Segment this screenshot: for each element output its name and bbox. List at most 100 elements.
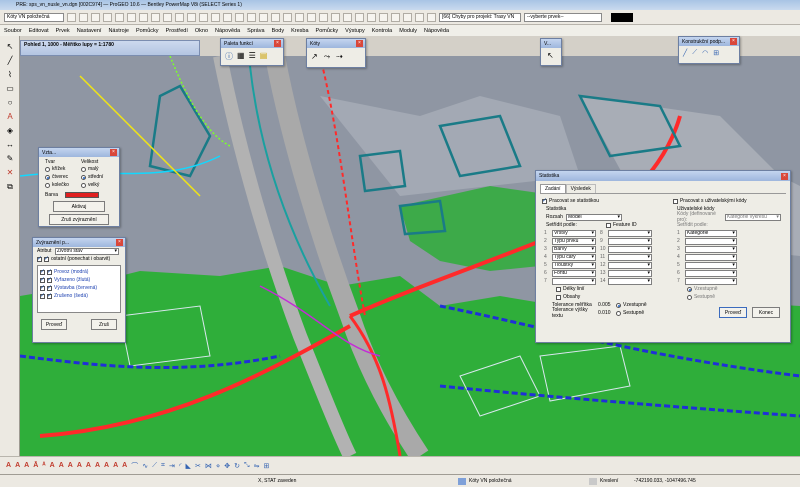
toolbar-button[interactable]: [367, 12, 376, 22]
right-sort-select[interactable]: ▾: [684, 237, 737, 245]
toolbar-button[interactable]: [115, 12, 124, 22]
toolbar-button[interactable]: [319, 12, 328, 22]
toolbar-button[interactable]: [235, 12, 244, 22]
menu-item[interactable]: Nápověda: [215, 28, 240, 34]
zrus-button[interactable]: Zruš: [91, 319, 117, 330]
radio[interactable]: [45, 166, 50, 172]
sort-select-2[interactable]: ▾: [608, 269, 652, 277]
obsahy-row[interactable]: Obsahy: [542, 293, 669, 301]
layers-icon[interactable]: ▤: [260, 51, 268, 62]
vertex-icon[interactable]: ⋄: [216, 462, 220, 470]
text-copy-icon[interactable]: A: [50, 462, 55, 469]
menu-item[interactable]: Pomůcky: [316, 28, 339, 34]
right-sort-select[interactable]: ▾: [684, 253, 737, 261]
menu-item[interactable]: Prostředí: [166, 28, 188, 34]
right-sort-select[interactable]: ▾: [684, 261, 737, 269]
tvar-option-ctverec[interactable]: čtverec: [45, 173, 81, 181]
sestupne2-radio[interactable]: [686, 294, 692, 300]
radio[interactable]: [45, 182, 50, 188]
toolbar-button[interactable]: [391, 12, 400, 22]
toolbar-button[interactable]: [427, 12, 436, 22]
menu-item[interactable]: Moduly: [399, 28, 417, 34]
right-sort-select[interactable]: Kategorie ▾: [684, 229, 737, 237]
menu-item[interactable]: Nastavení: [77, 28, 102, 34]
sort-select-2[interactable]: ▾: [608, 237, 652, 245]
sort-select[interactable]: Fontu ▾: [552, 269, 596, 277]
sort-select[interactable]: Tloušťky ▾: [552, 261, 596, 269]
scale-icon[interactable]: ⤡: [244, 462, 250, 470]
menu-item[interactable]: Okno: [195, 28, 208, 34]
velikost-option-stredni[interactable]: střední: [81, 173, 103, 181]
radio[interactable]: [81, 166, 86, 172]
menu-item[interactable]: Body: [272, 28, 285, 34]
toolbar-button[interactable]: [79, 12, 88, 22]
toolbar-button[interactable]: [175, 12, 184, 22]
atribut-select[interactable]: Životní stav ▾: [55, 247, 119, 255]
sort-select[interactable]: Barvy ▾: [552, 245, 596, 253]
toolbar-button[interactable]: [67, 12, 76, 22]
break-icon[interactable]: ✂: [195, 462, 201, 470]
trim-icon[interactable]: ⌗: [161, 462, 165, 470]
modify-tool-icon[interactable]: ✎: [4, 154, 16, 164]
close-icon[interactable]: ×: [730, 38, 737, 45]
active-color-swatch[interactable]: [611, 12, 633, 22]
construct-point-icon[interactable]: ╱: [683, 49, 687, 57]
curve-icon[interactable]: ∿: [142, 462, 148, 470]
radio[interactable]: [81, 182, 86, 188]
feature-id-checkbox[interactable]: [606, 222, 611, 228]
close-icon[interactable]: ×: [781, 172, 788, 180]
menu-item[interactable]: Kresba: [291, 28, 308, 34]
element-combo[interactable]: --vyberte prvek--: [524, 12, 602, 22]
tol-meritka-value[interactable]: 0.005: [598, 302, 616, 308]
text-fill-icon[interactable]: A: [104, 462, 109, 469]
sort-select[interactable]: ▾: [552, 277, 596, 285]
shape-tool-icon[interactable]: ▭: [4, 84, 16, 94]
move-icon[interactable]: ✥: [224, 462, 230, 470]
toolbar-button[interactable]: [355, 12, 364, 22]
toolbar-button[interactable]: [259, 12, 268, 22]
chamfer-icon[interactable]: ◣: [186, 462, 191, 470]
tvar-option-kolecko[interactable]: kolečko: [45, 181, 81, 189]
sort-select[interactable]: Typu prvků ▾: [552, 237, 596, 245]
toolbar-button[interactable]: [295, 12, 304, 22]
close-icon[interactable]: ×: [356, 40, 363, 47]
toolbar-button[interactable]: [223, 12, 232, 22]
vzestupne-radio[interactable]: [616, 302, 621, 308]
circle-tool-icon[interactable]: ○: [4, 98, 16, 108]
construct-line-icon[interactable]: ⟋: [692, 49, 697, 57]
radio[interactable]: [81, 174, 86, 180]
menu-item[interactable]: Pomůcky: [136, 28, 159, 34]
close-icon[interactable]: ×: [116, 239, 123, 246]
toolbar-button[interactable]: [187, 12, 196, 22]
errors-combo[interactable]: [66] Chyby pro projekt: Trasy VN: [439, 12, 521, 22]
toolbar-button[interactable]: [379, 12, 388, 22]
sestupne-radio[interactable]: [616, 310, 621, 316]
item-checkbox[interactable]: [40, 268, 45, 275]
proved-button[interactable]: Proveď: [41, 319, 67, 330]
list-item[interactable]: Zrušeno (šedá): [40, 292, 118, 300]
fillet-icon[interactable]: ◜: [179, 462, 182, 470]
ostatni-checkbox-2[interactable]: [44, 255, 49, 262]
tol-vysky-value[interactable]: 0.010: [598, 310, 616, 316]
pointer-icon[interactable]: ↖: [541, 48, 561, 63]
item-checkbox-2[interactable]: [47, 276, 52, 283]
tvar-option-krizek[interactable]: křížek: [45, 165, 81, 173]
menu-item[interactable]: Kontrola: [372, 28, 393, 34]
toolbar-button[interactable]: [271, 12, 280, 22]
velikost-option-maly[interactable]: malý: [81, 165, 103, 173]
close-icon[interactable]: ×: [110, 149, 117, 156]
aktivuj-button[interactable]: Aktivuj: [53, 201, 105, 212]
pracovat-uziv-checkbox[interactable]: [672, 198, 678, 204]
text-spell-icon[interactable]: ᴬ: [42, 462, 45, 469]
kody-select[interactable]: Kategorie výkresu ▾: [724, 213, 781, 221]
toolbar-button[interactable]: [331, 12, 340, 22]
line-style-icon[interactable]: ⌒: [131, 461, 138, 471]
toolbar-button[interactable]: [403, 12, 412, 22]
text-change-icon[interactable]: A: [86, 462, 91, 469]
text-note-icon[interactable]: Ā: [33, 462, 38, 469]
text-edit-icon[interactable]: A: [15, 462, 20, 469]
item-checkbox-2[interactable]: [47, 268, 52, 275]
dimension-angle-icon[interactable]: ⤳: [324, 52, 330, 62]
toolbar-button[interactable]: [163, 12, 172, 22]
barva-swatch[interactable]: [65, 192, 99, 198]
